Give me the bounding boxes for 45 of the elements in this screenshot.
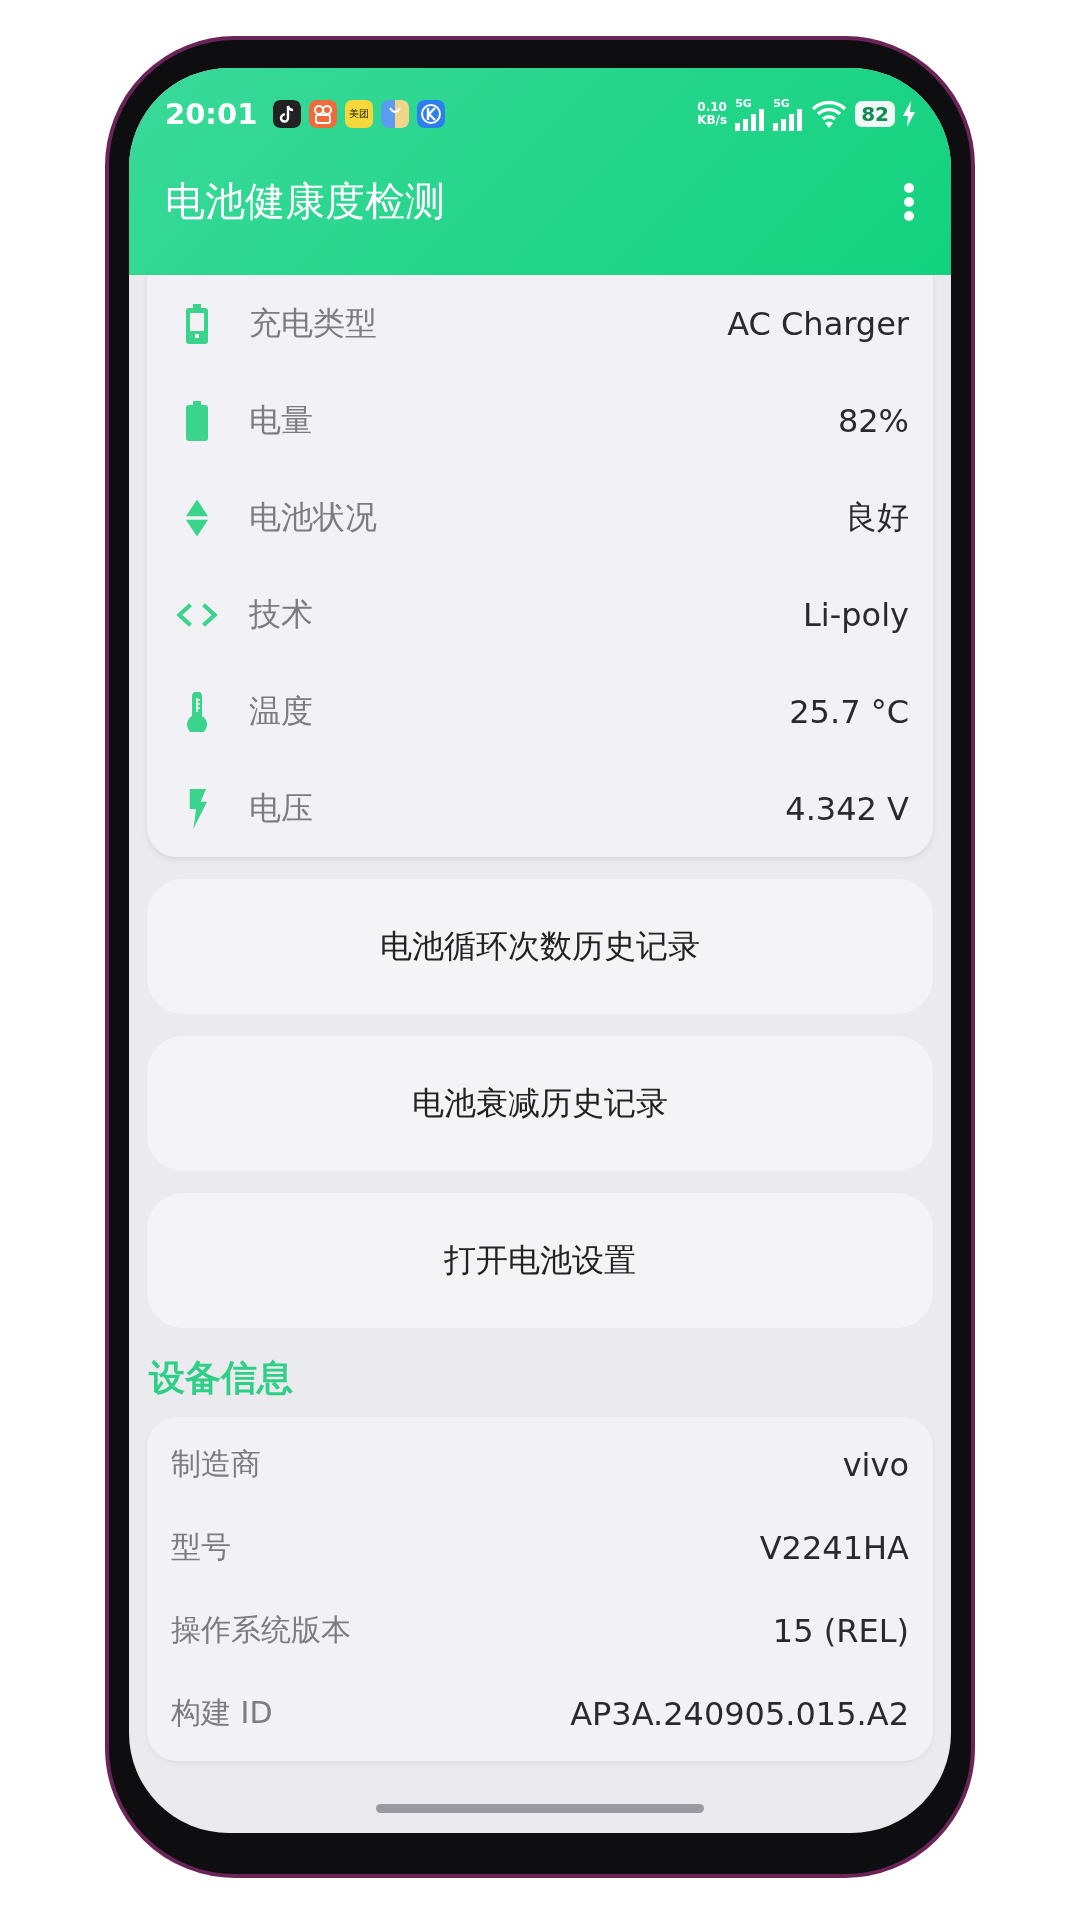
info-label: 电压 xyxy=(249,787,314,829)
app-title: 电池健康度检测 xyxy=(165,177,446,226)
signal-icon xyxy=(773,108,804,131)
phone-battery-icon xyxy=(185,303,209,344)
info-label: 构建 ID xyxy=(171,1694,274,1732)
home-indicator[interactable] xyxy=(376,1804,704,1813)
info-value: AP3A.240905.015.A2 xyxy=(570,1694,909,1733)
network-type: 5G xyxy=(773,97,790,109)
info-label: 充电类型 xyxy=(249,302,378,344)
history-button[interactable]: 打开电池设置 xyxy=(147,1193,933,1328)
info-value: vivo xyxy=(842,1445,909,1484)
wifi-icon xyxy=(811,100,848,128)
info-label: 制造商 xyxy=(171,1445,262,1483)
thermometer-icon xyxy=(185,691,209,732)
clock: 20:01 xyxy=(165,97,258,131)
info-label: 操作系统版本 xyxy=(171,1611,352,1649)
info-value: 25.7 °C xyxy=(789,692,909,731)
info-value: AC Charger xyxy=(727,304,909,343)
info-value: Li-poly xyxy=(803,595,909,634)
signal-icon xyxy=(735,108,766,131)
info-value: 82% xyxy=(837,401,909,440)
info-value: V2241HA xyxy=(759,1528,909,1567)
video-app-icon xyxy=(309,100,338,128)
info-value: 15 (REL) xyxy=(772,1611,909,1650)
music-note-app-icon xyxy=(273,100,302,128)
section-title: 设备信息 xyxy=(149,1356,294,1400)
network-speed: 0.10 KB/s xyxy=(697,101,728,127)
k-app-icon xyxy=(417,100,446,128)
history-button[interactable]: 电池衰减历史记录 xyxy=(147,1036,933,1171)
up-down-arrows-icon xyxy=(185,497,209,538)
code-icon xyxy=(175,601,219,628)
battery-icon xyxy=(185,400,209,441)
more-options-icon[interactable] xyxy=(903,181,915,222)
info-label: 电池状况 xyxy=(249,496,378,538)
app-notification-icon: 美团 xyxy=(345,100,374,128)
battery-level: 82 xyxy=(855,101,895,127)
info-label: 技术 xyxy=(249,593,314,635)
info-label: 电量 xyxy=(249,399,314,441)
info-value: 4.342 V xyxy=(785,789,909,828)
charging-bolt-icon xyxy=(903,101,915,127)
info-label: 型号 xyxy=(171,1528,232,1566)
network-type: 5G xyxy=(735,97,752,109)
info-value: 良好 xyxy=(845,496,909,538)
history-button[interactable]: 电池循环次数历史记录 xyxy=(147,879,933,1014)
info-label: 温度 xyxy=(249,690,314,732)
